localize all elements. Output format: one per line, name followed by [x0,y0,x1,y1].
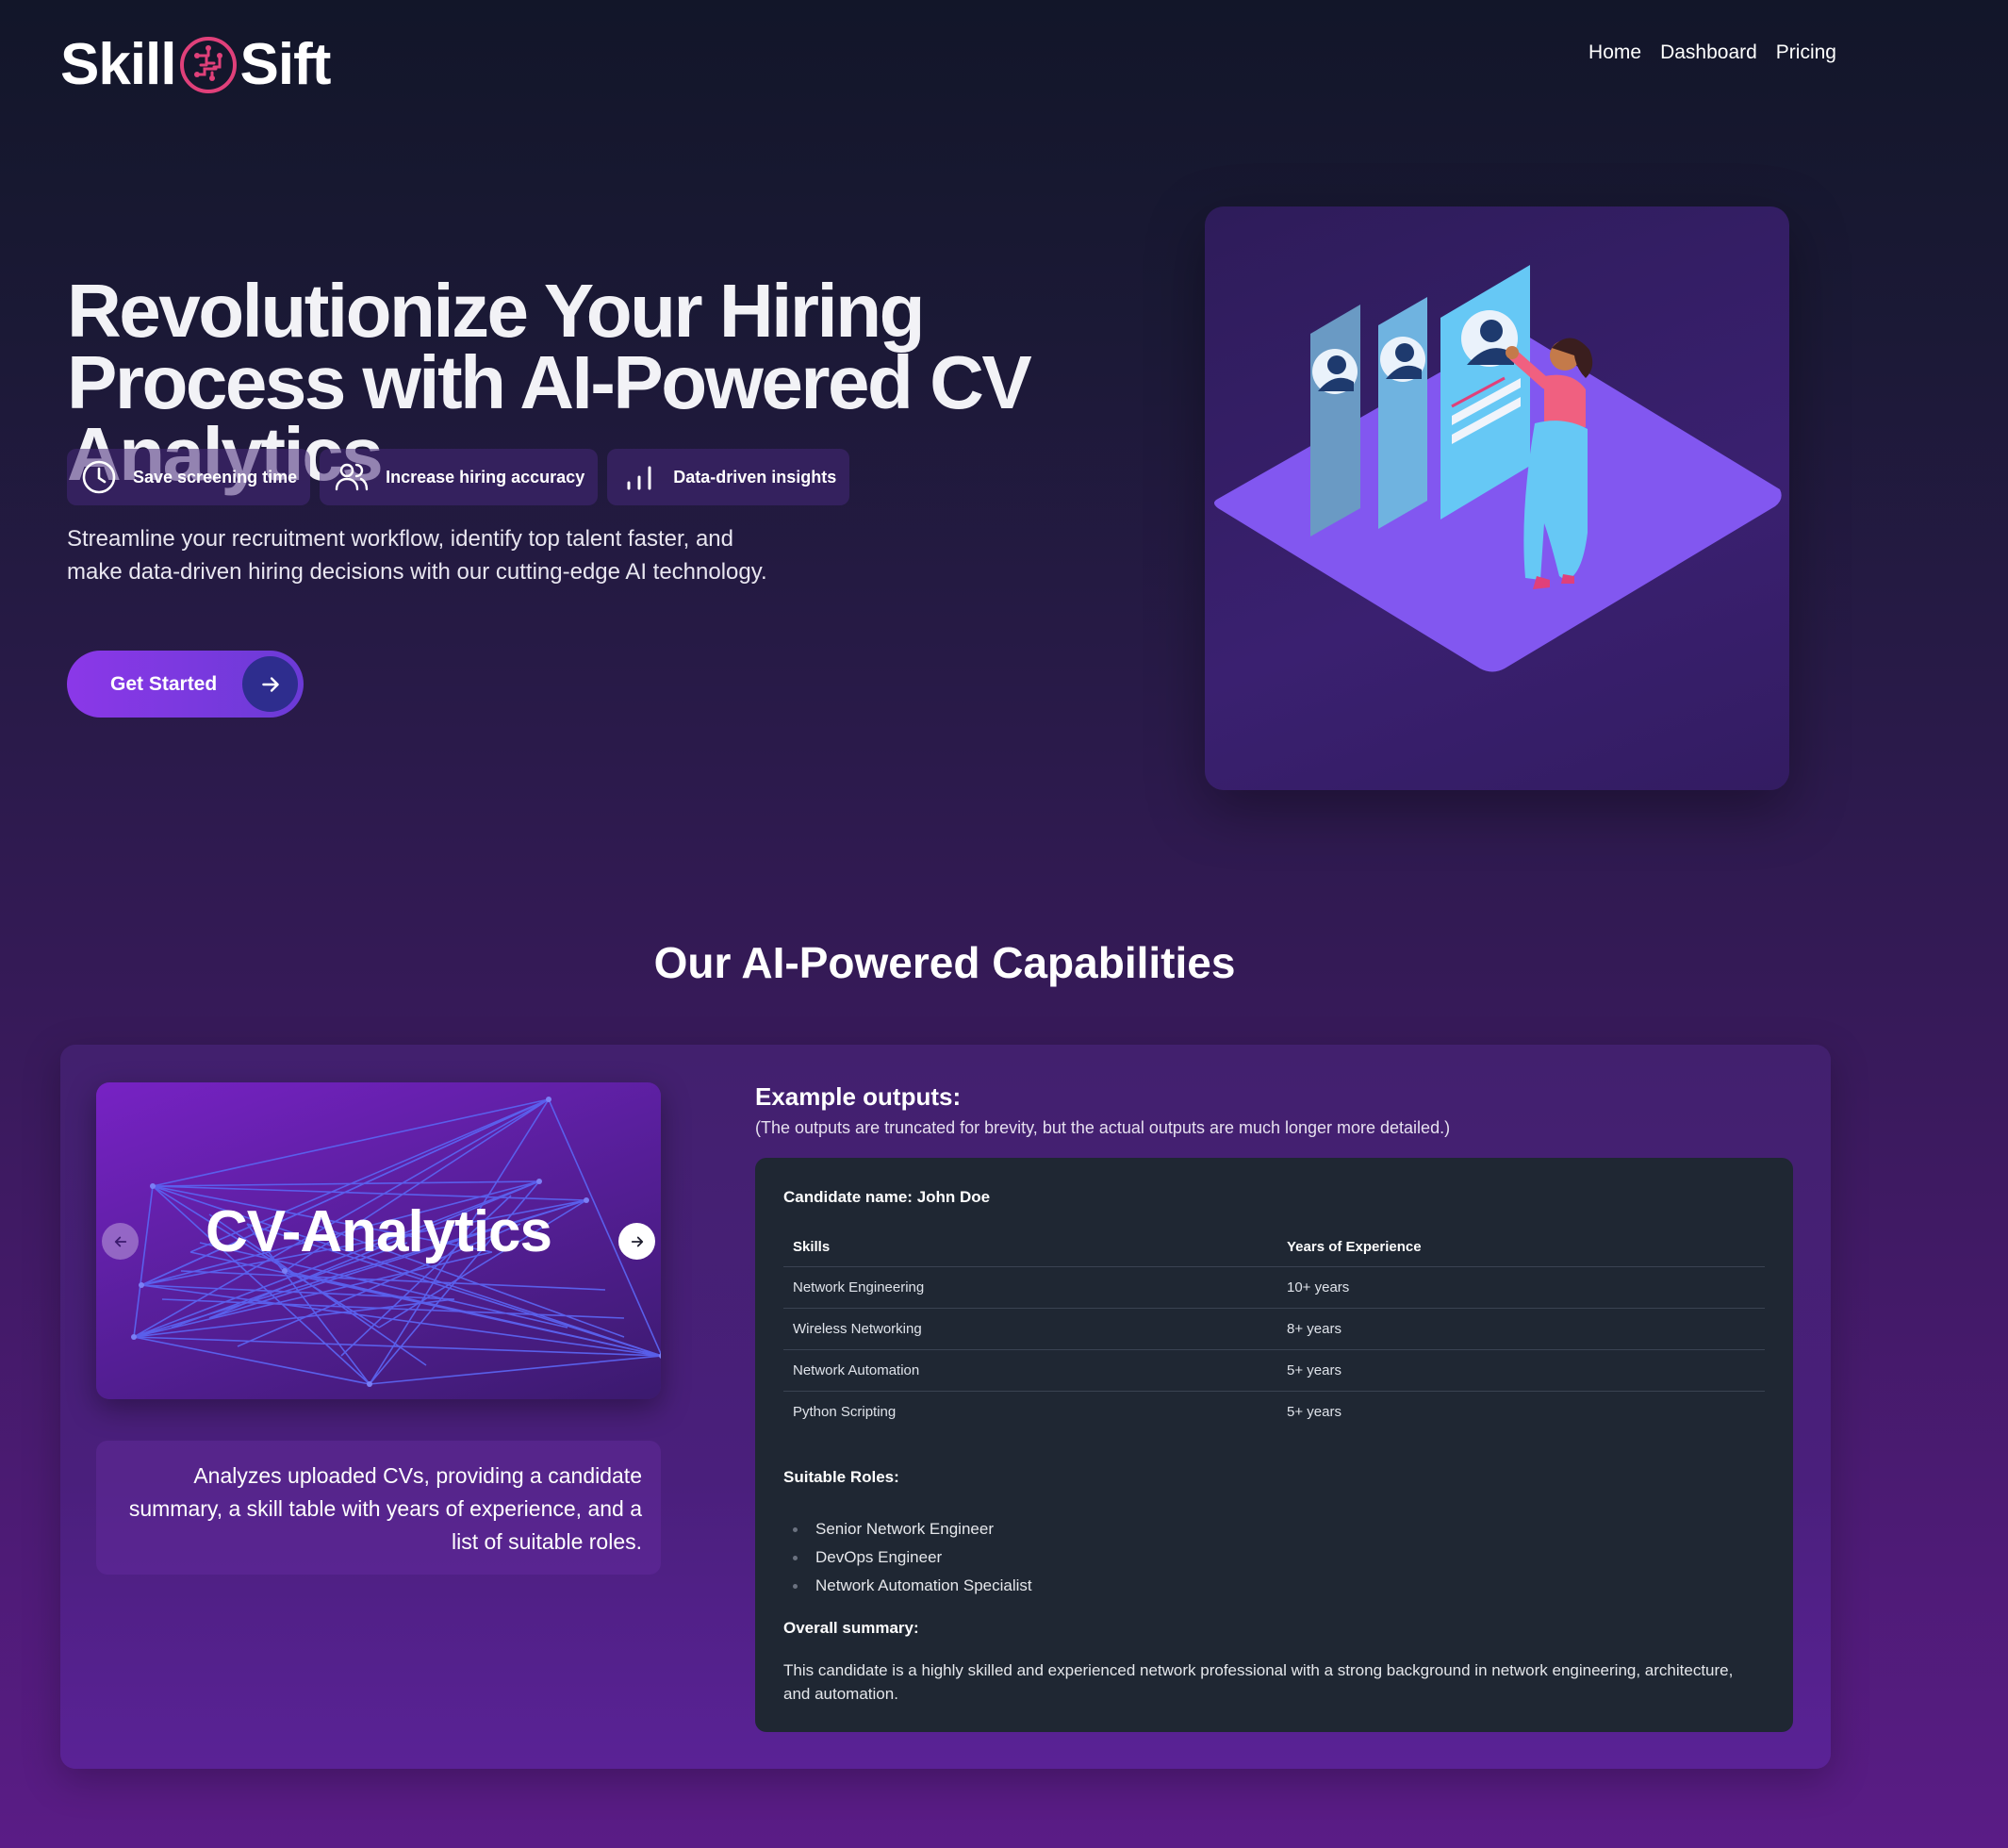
chip-accuracy: Increase hiring accuracy [320,449,599,505]
clock-icon [82,460,116,494]
chip-label: Data-driven insights [673,467,837,487]
candidate-name: Candidate name: John Doe [783,1188,991,1206]
list-item: Network Automation Specialist [793,1572,1765,1600]
brand-name-right: Sift [239,32,332,97]
main-nav: Home Dashboard Pricing [1588,41,1836,64]
brain-circuit-icon [179,37,237,93]
users-icon [335,463,369,491]
nav-dashboard-link[interactable]: Dashboard [1660,41,1757,64]
carousel-slide-title: CV-Analytics [205,1199,552,1264]
chip-label: Save screening time [133,467,298,487]
table-row: Network Engineering 10+ years [783,1266,1765,1309]
recruiter-illustration [1214,265,1782,672]
brand-name-left: Skill [60,32,177,97]
bar-chart-icon [627,466,651,490]
roles-list: Senior Network Engineer DevOps Engineer … [783,1515,1765,1600]
capability-description: Analyzes uploaded CVs, providing a candi… [96,1441,661,1575]
table-row: Wireless Networking 8+ years [783,1308,1765,1350]
list-item: Senior Network Engineer [793,1515,1765,1543]
example-outputs-note: (The outputs are truncated for brevity, … [755,1118,1451,1137]
get-started-button[interactable]: Get Started [67,651,304,718]
suitable-roles-section: Suitable Roles: Senior Network Engineer … [783,1468,1765,1600]
arrow-right-icon [631,1236,643,1246]
suitable-roles-label: Suitable Roles: [783,1468,899,1486]
get-started-label: Get Started [110,672,218,695]
overall-summary-section: Overall summary: This candidate is a hig… [783,1619,1765,1706]
nav-pricing-link[interactable]: Pricing [1776,41,1836,64]
chip-insights: Data-driven insights [607,449,850,505]
overall-summary-label: Overall summary: [783,1619,919,1637]
capability-carousel[interactable]: CV-Analytics [96,1082,661,1399]
years-cell: 5+ years [1287,1404,1341,1420]
years-cell: 5+ years [1277,1349,1765,1392]
chip-label: Increase hiring accuracy [386,467,585,487]
feature-chips: Save screening time Increase hiring accu… [67,449,850,505]
skill-cell: Network Engineering [783,1266,1277,1309]
list-item: DevOps Engineer [793,1543,1765,1572]
nav-home-link[interactable]: Home [1588,41,1641,64]
carousel-next-button[interactable] [618,1223,655,1260]
table-row: Python Scripting 5+ years [783,1392,1765,1433]
skill-cell: Network Automation [783,1349,1277,1392]
years-cell: 8+ years [1277,1308,1765,1350]
column-header-skills: Skills [783,1226,1277,1267]
brand-logo[interactable]: Skill Sift [60,32,332,98]
carousel-prev-button[interactable] [102,1223,139,1260]
hero-illustration [1205,206,1789,790]
years-cell: 10+ years [1277,1266,1765,1309]
column-header-years: Years of Experience [1277,1226,1765,1267]
arrow-left-icon [114,1236,126,1246]
overall-summary-text: This candidate is a highly skilled and e… [783,1661,1734,1703]
example-outputs-title: Example outputs: [755,1082,962,1111]
example-output-card: Candidate name: John Doe Skills Years of… [755,1158,1793,1732]
hero-description: Streamline your recruitment workflow, id… [67,526,767,585]
skill-cell: Python Scripting [793,1404,897,1420]
chip-save-time: Save screening time [67,449,311,505]
arrow-right-icon [242,656,298,712]
skills-table: Skills Years of Experience Network Engin… [783,1226,1765,1432]
table-row: Network Automation 5+ years [783,1349,1765,1392]
capabilities-title: Our AI-Powered Capabilities [653,938,1236,987]
skill-cell: Wireless Networking [783,1308,1277,1350]
table-header-row: Skills Years of Experience [783,1226,1765,1267]
